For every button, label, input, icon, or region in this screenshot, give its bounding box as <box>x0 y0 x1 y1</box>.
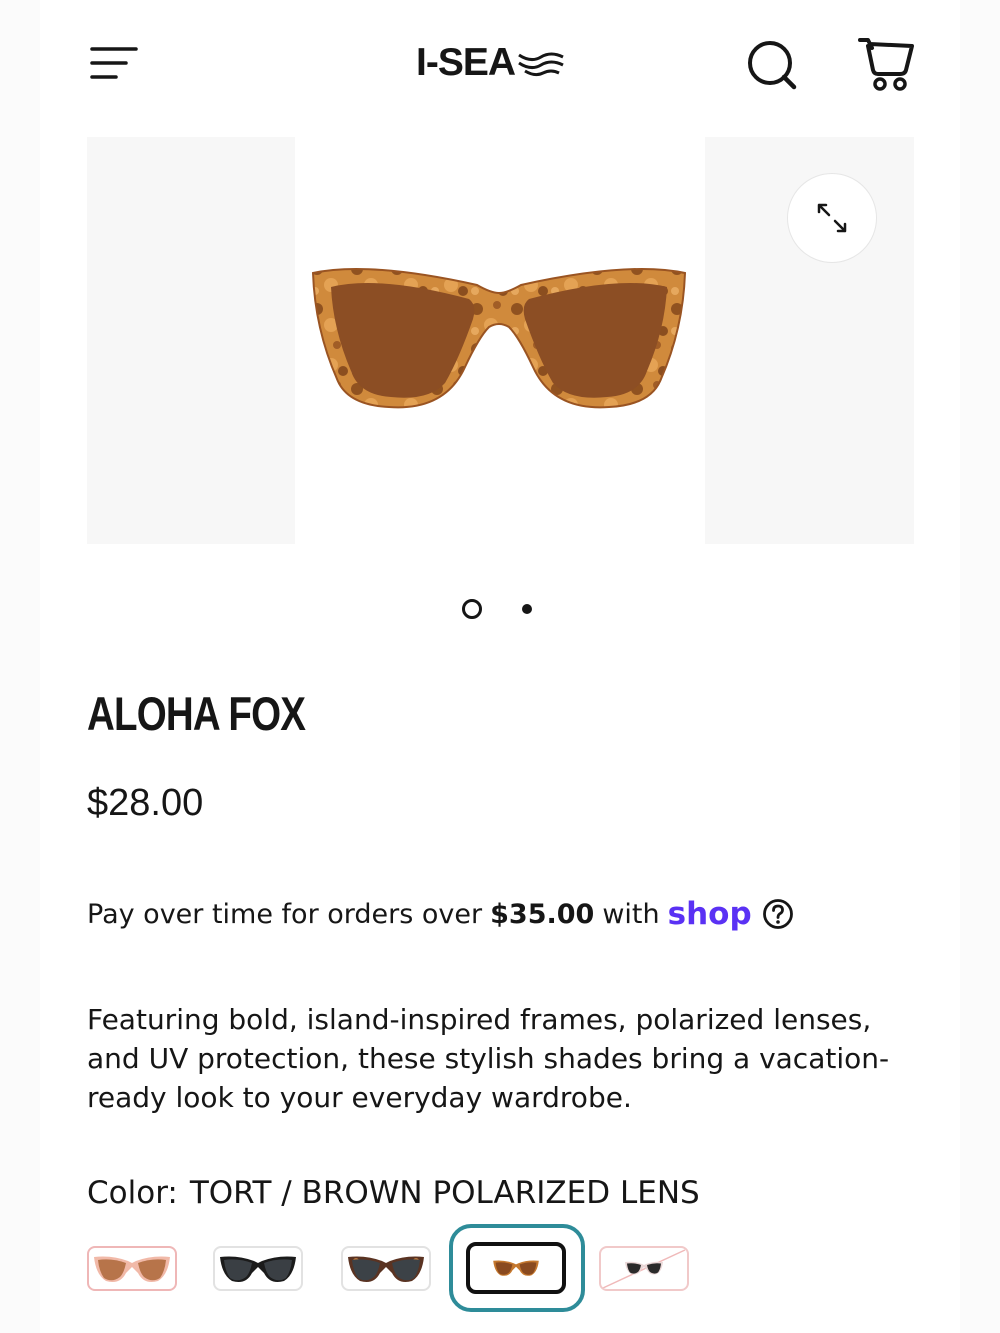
swatch-sunglasses-icon <box>348 1256 424 1282</box>
color-swatch-clear-grey-unavailable[interactable] <box>599 1246 689 1291</box>
pagination-dot-1-active[interactable] <box>462 599 482 619</box>
expand-image-button[interactable] <box>787 173 877 263</box>
expand-arrows-icon <box>817 203 847 233</box>
swatch-sunglasses-icon <box>493 1260 539 1276</box>
header: I-SEA <box>40 0 960 130</box>
color-swatch-tort-grey[interactable] <box>341 1246 431 1291</box>
color-label: Color: <box>87 1175 178 1211</box>
cart-icon[interactable] <box>856 34 916 94</box>
color-swatch-tort-brown-selected[interactable] <box>466 1242 566 1294</box>
shop-pay-logo[interactable]: shop <box>668 896 752 932</box>
search-icon[interactable] <box>744 36 800 92</box>
shop-pay-installments: Pay over time for orders over $35.00 wit… <box>87 896 794 932</box>
color-selector-label: Color: TORT / BROWN POLARIZED LENS <box>87 1175 700 1211</box>
installments-prefix: Pay over time for orders over <box>87 898 483 930</box>
question-circle-icon[interactable] <box>762 898 794 930</box>
color-swatch-pink-brown[interactable] <box>87 1246 177 1291</box>
product-image-sunglasses[interactable] <box>309 259 689 419</box>
swatch-sunglasses-icon <box>220 1256 296 1282</box>
color-swatch-black-grey[interactable] <box>213 1246 303 1291</box>
product-description: Featuring bold, island-inspired frames, … <box>87 1003 890 1114</box>
logo-text: I-SEA <box>416 41 516 84</box>
pagination-dot-2[interactable] <box>522 604 532 614</box>
page: I-SEA ALOHA FOX $28.00 Pay over time for… <box>40 0 960 1333</box>
gallery-pagination <box>460 598 540 620</box>
gallery-prev-slide[interactable] <box>87 137 295 544</box>
product-title: ALOHA FOX <box>87 687 306 740</box>
hamburger-menu-icon[interactable] <box>90 44 138 82</box>
installments-mid: with <box>602 898 660 930</box>
installments-amount: $35.00 <box>490 898 595 930</box>
swatch-sunglasses-icon <box>602 1248 686 1289</box>
swatch-sunglasses-icon <box>94 1256 170 1282</box>
product-price: $28.00 <box>87 782 204 824</box>
brand-logo[interactable]: I-SEA <box>416 40 565 86</box>
logo-waves-icon <box>518 52 564 77</box>
color-selected-value: TORT / BROWN POLARIZED LENS <box>189 1175 700 1211</box>
product-gallery[interactable] <box>87 137 914 544</box>
